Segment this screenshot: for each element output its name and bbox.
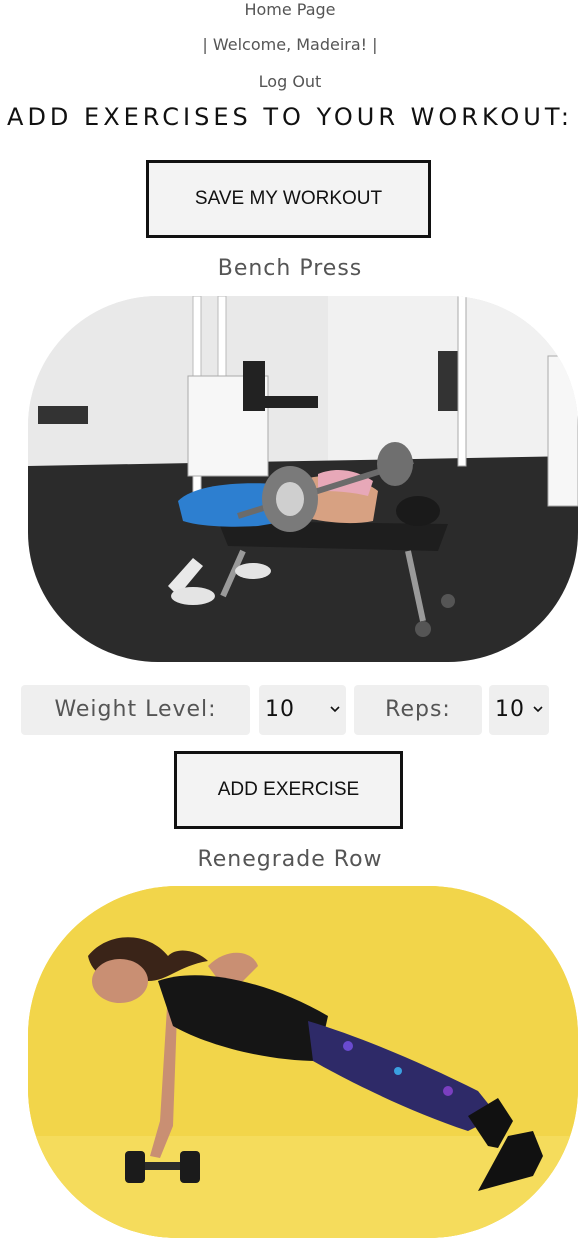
reps-value: 10 xyxy=(495,697,525,722)
add-exercise-button[interactable]: ADD EXERCISE xyxy=(174,751,403,829)
exercise-title-renegade-row: Renegrade Row xyxy=(197,847,383,872)
nav-home-link[interactable]: Home Page xyxy=(0,0,580,19)
chevron-down-icon xyxy=(533,706,543,713)
chevron-down-icon xyxy=(330,706,340,713)
page-headline: ADD EXERCISES TO YOUR WORKOUT: xyxy=(7,103,573,131)
nav-logout-link[interactable]: Log Out xyxy=(0,72,580,91)
nav-welcome-text: | Welcome, Madeira! | xyxy=(202,35,378,54)
save-workout-button[interactable]: SAVE MY WORKOUT xyxy=(146,160,431,238)
renegade-row-image xyxy=(28,886,578,1238)
reps-select[interactable]: 10 xyxy=(489,685,549,735)
weight-level-value: 10 xyxy=(265,697,295,722)
reps-label: Reps: xyxy=(354,685,482,735)
weight-level-select[interactable]: 10 xyxy=(259,685,346,735)
bench-press-image xyxy=(28,296,578,662)
weight-level-label: Weight Level: xyxy=(21,685,250,735)
exercise-title-bench-press: Bench Press xyxy=(217,256,363,281)
